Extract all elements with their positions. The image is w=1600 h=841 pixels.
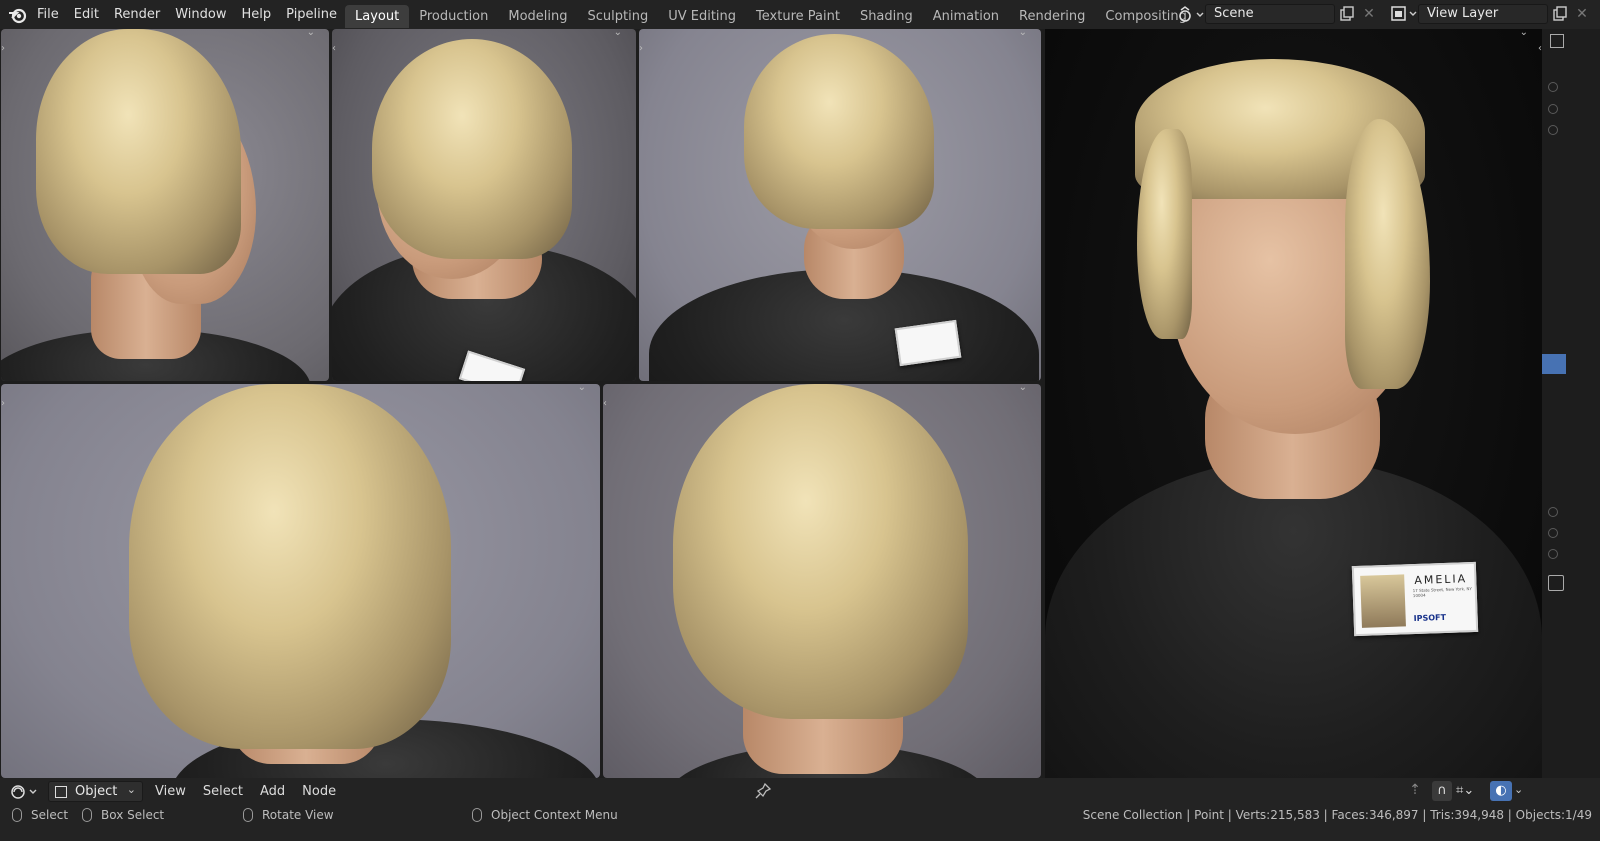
menu-edit[interactable]: Edit: [74, 7, 99, 22]
viewport-three-quarter[interactable]: ⌄ ‹: [332, 29, 636, 381]
pin-icon[interactable]: [754, 782, 772, 800]
mode-select[interactable]: Object ⌄: [48, 781, 143, 802]
menu-add[interactable]: Add: [260, 784, 285, 799]
toggle-dot-3[interactable]: [1548, 125, 1558, 135]
scene-icon[interactable]: [1176, 5, 1206, 24]
delete-scene-icon[interactable]: ✕: [1358, 4, 1380, 24]
viewport-back-right[interactable]: ⌄ ‹: [603, 384, 1041, 778]
viewport-sidebar-toggle-icon[interactable]: ›: [1, 43, 5, 54]
badge-address: 17 State Street, New York, NY 10004: [1412, 586, 1472, 599]
viewport-sidebar-toggle-icon[interactable]: ›: [639, 43, 643, 54]
tab-shading[interactable]: Shading: [850, 5, 923, 28]
viewport-collapse-icon[interactable]: ⌄: [1019, 384, 1027, 393]
tab-sculpting[interactable]: Sculpting: [578, 5, 659, 28]
render-view-front[interactable]: AMELIA 17 State Street, New York, NY 100…: [1045, 29, 1542, 778]
main-menu: File Edit Render Window Help Pipeline: [37, 0, 352, 29]
tab-rendering[interactable]: Rendering: [1009, 5, 1095, 28]
tab-modeling[interactable]: Modeling: [498, 5, 577, 28]
workspace-tabs: Layout Production Modeling Sculpting UV …: [345, 4, 1229, 28]
viewport-collapse-icon[interactable]: ⌄: [614, 29, 622, 38]
mouse-right-icon: [472, 808, 482, 822]
header-menu: View Select Add Node: [155, 778, 353, 804]
tab-layout[interactable]: Layout: [345, 4, 410, 28]
menu-render[interactable]: Render: [114, 7, 160, 22]
viewport-back-left[interactable]: ⌄ ›: [1, 384, 600, 778]
toggle-dot-6[interactable]: [1548, 549, 1558, 559]
viewport-sidebar-toggle-icon[interactable]: ›: [1, 398, 5, 409]
toggle-dot-1[interactable]: [1548, 82, 1558, 92]
status-bar: Select Box Select Rotate View Object Con…: [0, 804, 1600, 841]
menu-pipeline[interactable]: Pipeline: [286, 7, 337, 22]
tab-texture-paint[interactable]: Texture Paint: [746, 5, 850, 28]
view-layer-field[interactable]: View Layer: [1418, 4, 1548, 24]
tab-production[interactable]: Production: [409, 5, 498, 28]
chevron-down-icon: ⌄: [126, 783, 136, 796]
editor-type-icon[interactable]: [8, 782, 42, 801]
object-mode-icon: [55, 786, 67, 798]
hint-rotate-view: Rotate View: [243, 804, 334, 826]
view-layer-icon[interactable]: [1390, 5, 1420, 24]
snap-icon[interactable]: ∩: [1432, 781, 1452, 801]
properties-icon[interactable]: [1548, 575, 1564, 591]
menu-window[interactable]: Window: [175, 7, 226, 22]
hint-select: Select: [12, 804, 68, 826]
badge-photo: [1360, 574, 1406, 628]
top-bar: File Edit Render Window Help Pipeline La…: [0, 0, 1600, 29]
viewport-sidebar-toggle-icon[interactable]: ‹: [332, 43, 336, 54]
mouse-middle-icon: [243, 808, 253, 822]
viewport-front-three-quarter[interactable]: ⌄ ›: [639, 29, 1041, 381]
menu-node[interactable]: Node: [302, 784, 336, 799]
scene-name-field[interactable]: Scene: [1205, 4, 1335, 24]
mouse-left-icon: [12, 808, 22, 822]
menu-file[interactable]: File: [37, 7, 59, 22]
collapse-icon[interactable]: ⌄: [1520, 29, 1528, 38]
menu-help[interactable]: Help: [242, 7, 272, 22]
outliner-icon[interactable]: [1550, 34, 1564, 48]
toggle-dot-4[interactable]: [1548, 507, 1558, 517]
viewport-collapse-icon[interactable]: ⌄: [307, 29, 315, 38]
editor-header: Object ⌄ View Select Add Node ⇡ ∩ ⌗⌄ ◐ ⌄: [0, 778, 1600, 804]
tab-animation[interactable]: Animation: [923, 5, 1009, 28]
new-view-layer-icon[interactable]: [1549, 4, 1571, 24]
toggle-dot-2[interactable]: [1548, 104, 1558, 114]
badge-logo: IPSOFT: [1413, 612, 1447, 624]
viewport-sidebar-toggle-icon[interactable]: ‹: [603, 398, 607, 409]
transform-pivot-icon[interactable]: ⌗⌄: [1456, 781, 1486, 801]
right-tool-strip: [1542, 29, 1600, 778]
overlay-dropdown-icon[interactable]: ⌄: [1514, 781, 1528, 801]
parent-up-icon[interactable]: ⇡: [1406, 782, 1424, 800]
name-badge: AMELIA 17 State Street, New York, NY 100…: [1351, 561, 1479, 637]
viewport-collapse-icon[interactable]: ⌄: [578, 384, 586, 393]
scene-statistics: Scene Collection | Point | Verts:215,583…: [1082, 808, 1592, 822]
viewport-collapse-icon[interactable]: ⌄: [1019, 29, 1027, 38]
badge-name: AMELIA: [1414, 572, 1468, 588]
viewport-side-profile[interactable]: ⌄ ›: [1, 29, 329, 381]
hint-context-menu: Object Context Menu: [472, 804, 618, 826]
blender-logo-icon[interactable]: [8, 5, 28, 25]
menu-select[interactable]: Select: [203, 784, 243, 799]
delete-view-layer-icon[interactable]: ✕: [1571, 4, 1593, 24]
tab-uv-editing[interactable]: UV Editing: [658, 5, 746, 28]
menu-view[interactable]: View: [155, 784, 186, 799]
active-panel-tab[interactable]: [1542, 354, 1566, 374]
overlay-icon[interactable]: ◐: [1490, 781, 1512, 801]
hint-box-select: Box Select: [82, 804, 164, 826]
mouse-drag-icon: [82, 808, 92, 822]
toggle-dot-5[interactable]: [1548, 528, 1558, 538]
new-scene-icon[interactable]: [1336, 4, 1358, 24]
